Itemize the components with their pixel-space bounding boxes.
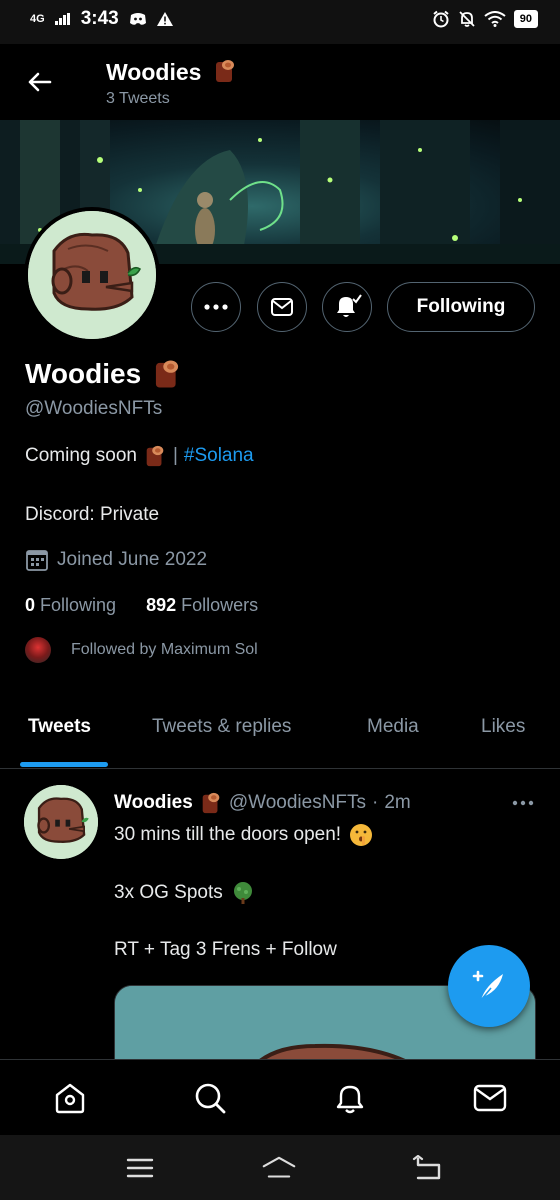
tree-emoji-icon [233,882,252,904]
tweet-avatar[interactable] [24,785,98,859]
header-title: Woodies [106,58,238,86]
wifi-icon [484,11,506,27]
profile-discord-text: Discord: Private [25,504,160,525]
bell-check-icon [337,294,362,317]
followers-count: 892 [146,595,177,615]
follow-stats: 0 Following 892 Followers [25,595,258,616]
followers-label: Followers [181,595,259,615]
system-menu-button[interactable] [123,1153,157,1183]
tweet-line2-text: 3x OG Spots [114,882,223,903]
log-emoji-icon [215,60,234,82]
tweet-author[interactable]: Woodies [114,792,193,814]
profile-handle: @WoodiesNFTs [25,398,163,419]
profile-header: Woodies 3 Tweets [0,44,560,120]
following-count: 0 [25,595,36,615]
home-icon [55,1083,85,1114]
back-arrow-icon [28,72,52,92]
network-indicator: 4G [30,13,45,25]
mail-icon [473,1084,507,1112]
nav-messages[interactable] [472,1080,508,1116]
followed-by[interactable]: Followed by Maximum Sol [25,637,258,663]
warning-icon [156,12,173,26]
system-home-button[interactable] [262,1153,296,1183]
active-tab-indicator [20,762,108,767]
bell-icon [336,1085,364,1114]
compose-tweet-button[interactable] [448,945,530,1027]
notifications-toggle-button[interactable] [322,282,372,332]
header-name: Woodies [106,59,202,85]
woodie-avatar-image [24,785,98,859]
tab-likes[interactable]: Likes [481,716,525,738]
tweet-header: Woodies @WoodiesNFTs · 2m [114,791,411,815]
more-dots-icon [512,800,534,806]
log-emoji-icon [146,445,164,467]
back-button[interactable] [24,66,56,98]
following-stat[interactable]: 0 Following [25,595,116,616]
home-outline-icon [262,1156,296,1178]
alarm-icon [433,10,449,28]
hashtag-link[interactable]: #Solana [184,445,254,467]
tweet-more-button[interactable] [512,789,534,812]
message-button[interactable] [257,282,307,332]
profile-name-text: Woodies [25,358,142,389]
tweet-handle: @WoodiesNFTs [228,792,367,813]
nav-search[interactable] [192,1080,228,1116]
bio-separator: | [172,445,178,466]
woodie-avatar-image [28,211,156,339]
search-icon [195,1083,226,1114]
log-emoji-icon [202,792,220,814]
joined-date: Joined June 2022 [25,548,207,572]
battery-icon: 90 [513,10,538,28]
back-return-icon [412,1155,441,1180]
tweet-text-line-1: 30 mins till the doors open! [114,823,373,847]
bio-text: Coming soon [25,445,137,466]
shushing-face-emoji-icon [350,824,373,846]
bottom-navigation [0,1059,560,1136]
system-navigation-bar [0,1135,560,1200]
following-button[interactable]: Following [387,282,535,332]
following-label: Following [40,595,117,615]
tab-tweets[interactable]: Tweets [28,716,91,738]
tweet-text-line-2: 3x OG Spots [114,881,255,905]
discord-icon [129,13,146,25]
tweet-line1-text: 30 mins till the doors open! [114,824,342,845]
mute-icon [459,11,475,27]
mail-icon [271,298,293,316]
followers-stat[interactable]: 892 Followers [146,595,258,616]
log-emoji-icon [156,360,179,388]
tweet-text-line-3: RT + Tag 3 Frens + Follow [114,939,337,960]
follower-avatar [25,637,51,663]
tweet-separator: · [372,792,379,813]
calendar-icon [26,550,48,571]
more-dots-icon [204,304,228,310]
profile-name: Woodies [25,358,183,390]
more-options-button[interactable] [191,282,241,332]
header-tweet-count: 3 Tweets [106,90,170,107]
nav-notifications[interactable] [332,1080,368,1116]
tab-tweets-replies[interactable]: Tweets & replies [152,716,291,738]
status-bar: 4G 3:43 90 [0,0,560,44]
nav-home[interactable] [52,1080,88,1116]
followed-by-text: Followed by Maximum Sol [71,641,258,658]
profile-bio: Coming soon | #Solana [25,444,254,468]
system-back-button[interactable] [410,1153,444,1183]
tab-media[interactable]: Media [367,716,419,738]
clock-time: 3:43 [80,8,119,29]
tweet-time: 2m [384,792,411,813]
menu-icon [126,1158,154,1178]
profile-tabs: Tweets Tweets & replies Media Likes [0,690,560,769]
compose-feather-icon [472,970,503,1001]
joined-text: Joined June 2022 [57,549,208,570]
signal-icon [54,13,70,25]
profile-avatar[interactable] [24,207,160,343]
